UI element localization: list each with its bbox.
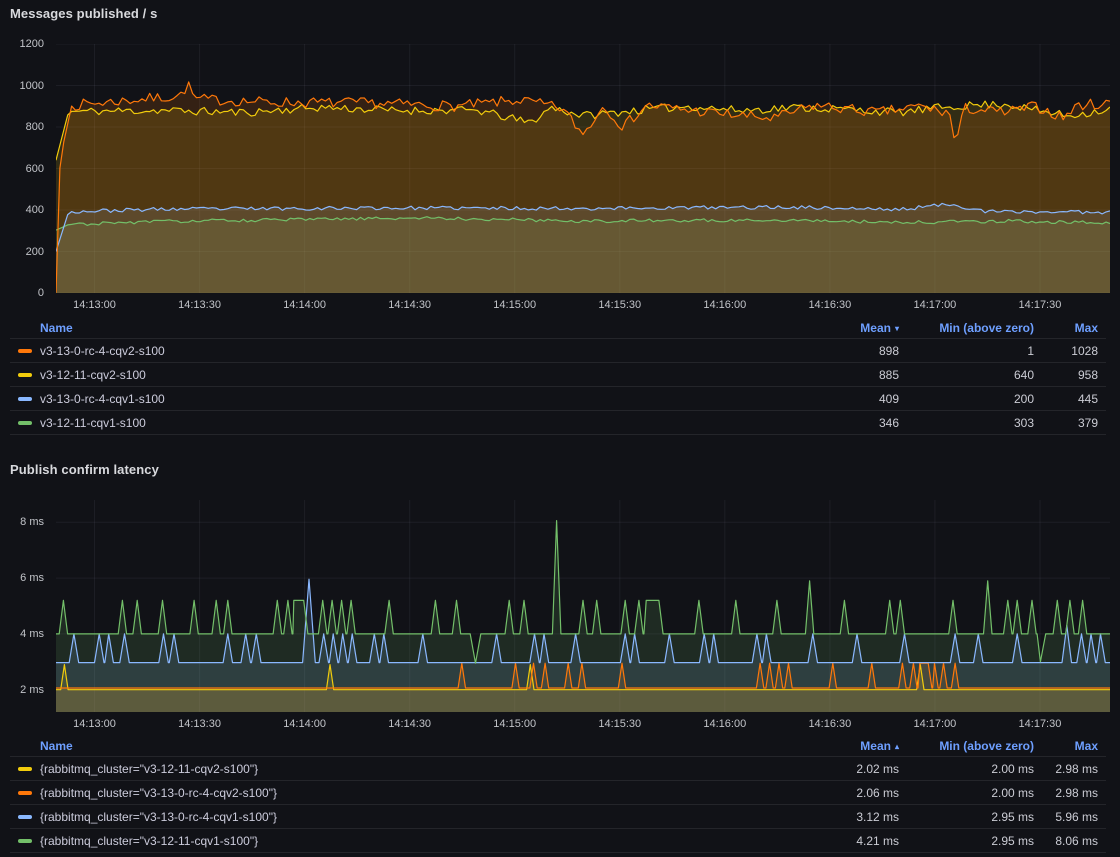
series-color-swatch[interactable] (18, 373, 32, 377)
legend-row[interactable]: v3-12-11-cqv1-s100346303379 (10, 411, 1106, 435)
x-axis-label: 14:17:00 (893, 299, 977, 311)
legend-row[interactable]: v3-13-0-rc-4-cqv2-s10089811028 (10, 339, 1106, 363)
series-name[interactable]: {rabbitmq_cluster="v3-12-11-cqv1-s100"} (40, 834, 779, 848)
panel-title[interactable]: Messages published / s (10, 6, 157, 21)
y-axis-label: 8 ms (0, 516, 44, 528)
series-color-swatch[interactable] (18, 349, 32, 353)
series-name[interactable]: {rabbitmq_cluster="v3-13-0-rc-4-cqv1-s10… (40, 810, 779, 824)
min-value: 2.95 ms (899, 834, 1034, 848)
legend-header-min[interactable]: Min (above zero) (899, 321, 1034, 335)
max-value: 5.96 ms (1034, 810, 1098, 824)
series-color-swatch[interactable] (18, 767, 32, 771)
max-value: 1028 (1034, 344, 1098, 358)
legend-row[interactable]: {rabbitmq_cluster="v3-12-11-cqv2-s100"}2… (10, 757, 1106, 781)
series-name[interactable]: {rabbitmq_cluster="v3-13-0-rc-4-cqv2-s10… (40, 786, 779, 800)
legend-header-mean[interactable]: Mean▴ (779, 739, 899, 753)
x-axis-label: 14:15:30 (578, 718, 662, 730)
x-axis-label: 14:13:30 (158, 718, 242, 730)
min-value: 640 (899, 368, 1034, 382)
y-axis-label: 4 ms (0, 628, 44, 640)
x-axis-label: 14:17:00 (893, 718, 977, 730)
panel-title[interactable]: Publish confirm latency (10, 462, 159, 477)
y-axis-label: 200 (0, 246, 44, 258)
plot-area[interactable] (56, 44, 1110, 293)
mean-value: 2.06 ms (779, 786, 899, 800)
mean-value: 4.21 ms (779, 834, 899, 848)
max-value: 2.98 ms (1034, 762, 1098, 776)
x-axis-label: 14:13:30 (158, 299, 242, 311)
y-axis-label: 600 (0, 163, 44, 175)
y-axis-label: 6 ms (0, 572, 44, 584)
legend-row[interactable]: v3-13-0-rc-4-cqv1-s100409200445 (10, 387, 1106, 411)
x-axis-label: 14:14:00 (263, 718, 347, 730)
series-color-swatch[interactable] (18, 791, 32, 795)
mean-value: 409 (779, 392, 899, 406)
min-value: 2.95 ms (899, 810, 1034, 824)
x-axis-label: 14:14:30 (368, 718, 452, 730)
series-name[interactable]: v3-13-0-rc-4-cqv2-s100 (40, 344, 779, 358)
x-axis-label: 14:14:30 (368, 299, 452, 311)
series-color-swatch[interactable] (18, 397, 32, 401)
x-axis-label: 14:13:00 (53, 299, 137, 311)
legend-table: Name Mean▾ Min (above zero) Max v3-13-0-… (10, 318, 1106, 435)
mean-value: 346 (779, 416, 899, 430)
y-axis-label: 1000 (0, 80, 44, 92)
min-value: 303 (899, 416, 1034, 430)
x-axis-label: 14:16:00 (683, 299, 767, 311)
min-value: 200 (899, 392, 1034, 406)
max-value: 8.06 ms (1034, 834, 1098, 848)
min-value: 2.00 ms (899, 762, 1034, 776)
y-axis-label: 2 ms (0, 684, 44, 696)
legend-header-row: Name Mean▾ Min (above zero) Max (10, 318, 1106, 339)
legend-row[interactable]: {rabbitmq_cluster="v3-13-0-rc-4-cqv2-s10… (10, 781, 1106, 805)
grafana-dashboard: Messages published / s 0 200 400 600 800 1000… (0, 0, 1120, 857)
x-axis-label: 14:16:00 (683, 718, 767, 730)
y-axis-label: 400 (0, 204, 44, 216)
x-axis-label: 14:16:30 (788, 718, 872, 730)
x-axis-label: 14:15:00 (473, 299, 557, 311)
series-name[interactable]: v3-13-0-rc-4-cqv1-s100 (40, 392, 779, 406)
x-axis-label: 14:13:00 (53, 718, 137, 730)
y-axis-label: 1200 (0, 38, 44, 50)
mean-value: 3.12 ms (779, 810, 899, 824)
legend-row[interactable]: {rabbitmq_cluster="v3-13-0-rc-4-cqv1-s10… (10, 805, 1106, 829)
legend-header-mean[interactable]: Mean▾ (779, 321, 899, 335)
sort-caret-icon: ▴ (895, 742, 899, 751)
series-name[interactable]: v3-12-11-cqv1-s100 (40, 416, 779, 430)
max-value: 445 (1034, 392, 1098, 406)
legend-header-max[interactable]: Max (1034, 739, 1098, 753)
mean-value: 885 (779, 368, 899, 382)
legend-header-name[interactable]: Name (18, 739, 779, 753)
y-axis-label: 800 (0, 121, 44, 133)
legend-row[interactable]: {rabbitmq_cluster="v3-12-11-cqv1-s100"}4… (10, 829, 1106, 853)
max-value: 2.98 ms (1034, 786, 1098, 800)
legend-header-name[interactable]: Name (18, 321, 779, 335)
x-axis-label: 14:14:00 (263, 299, 347, 311)
series-name[interactable]: v3-12-11-cqv2-s100 (40, 368, 779, 382)
legend-header-max[interactable]: Max (1034, 321, 1098, 335)
y-axis-label: 0 (0, 287, 44, 299)
legend-header-min[interactable]: Min (above zero) (899, 739, 1034, 753)
legend-table: Name Mean▴ Min (above zero) Max {rabbitm… (10, 736, 1106, 853)
x-axis-label: 14:15:30 (578, 299, 662, 311)
series-color-swatch[interactable] (18, 839, 32, 843)
x-axis-label: 14:16:30 (788, 299, 872, 311)
series-color-swatch[interactable] (18, 815, 32, 819)
mean-value: 2.02 ms (779, 762, 899, 776)
max-value: 379 (1034, 416, 1098, 430)
mean-value: 898 (779, 344, 899, 358)
sort-caret-icon: ▾ (895, 324, 899, 333)
series-color-swatch[interactable] (18, 421, 32, 425)
min-value: 2.00 ms (899, 786, 1034, 800)
legend-row[interactable]: v3-12-11-cqv2-s100885640958 (10, 363, 1106, 387)
x-axis-label: 14:15:00 (473, 718, 557, 730)
max-value: 958 (1034, 368, 1098, 382)
x-axis-label: 14:17:30 (998, 718, 1082, 730)
min-value: 1 (899, 344, 1034, 358)
x-axis-label: 14:17:30 (998, 299, 1082, 311)
series-name[interactable]: {rabbitmq_cluster="v3-12-11-cqv2-s100"} (40, 762, 779, 776)
plot-area[interactable] (56, 500, 1110, 712)
legend-header-row: Name Mean▴ Min (above zero) Max (10, 736, 1106, 757)
